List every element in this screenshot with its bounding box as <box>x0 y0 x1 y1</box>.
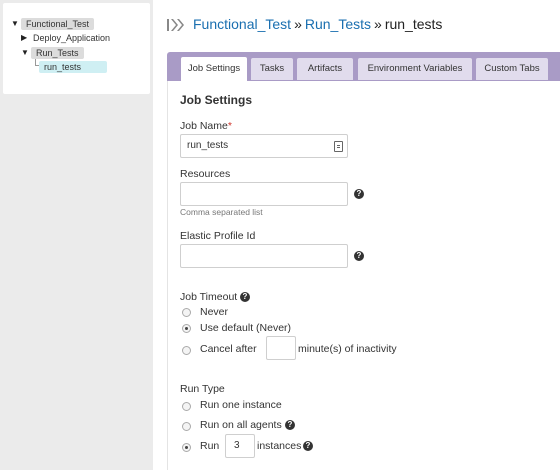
field-list-icon <box>334 141 343 152</box>
timeout-cancel-label: Cancel after <box>200 343 257 355</box>
caret-down-icon[interactable]: ▼ <box>11 19 21 28</box>
run-one-label: Run one instance <box>200 399 282 411</box>
caret-right-icon[interactable]: ▶ <box>21 33 31 42</box>
help-icon[interactable]: ? <box>354 251 364 261</box>
breadcrumb-separator: » <box>374 16 382 32</box>
resources-help-text: Comma separated list <box>180 207 263 217</box>
breadcrumb: Functional_Test» Run_Tests» run_tests <box>193 16 442 32</box>
breadcrumb-link-stage[interactable]: Run_Tests <box>305 16 371 32</box>
tree-node-functional-test[interactable]: ▼ Functional_Test <box>11 17 95 30</box>
run-all-label: Run on all agents <box>200 419 282 431</box>
tree-node-run-tests-stage[interactable]: ▼ Run_Tests <box>21 46 84 59</box>
timeout-default-label: Use default (Never) <box>200 322 292 334</box>
tree-node-label[interactable]: Run_Tests <box>31 46 84 59</box>
help-icon[interactable]: ? <box>354 189 364 199</box>
run-one-radio[interactable] <box>182 402 191 411</box>
resources-input[interactable] <box>180 182 348 206</box>
run-instances-label: Run <box>200 440 220 452</box>
instances-count-input[interactable]: 3 <box>225 434 255 458</box>
required-marker: * <box>227 120 232 132</box>
job-name-input[interactable]: run_tests <box>180 134 348 158</box>
timeout-minutes-suffix: minute(s) of inactivity <box>298 343 397 355</box>
tab-environment-variables[interactable]: Environment Variables <box>358 58 472 80</box>
resources-label: Resources <box>180 168 231 180</box>
tree-node-label[interactable]: run_tests <box>39 60 107 73</box>
tab-job-settings[interactable]: Job Settings <box>181 57 247 81</box>
tab-artifacts[interactable]: Artifacts <box>297 58 353 80</box>
tree-node-deploy-application[interactable]: ▶ Deploy_Application <box>21 31 115 44</box>
tree-node-run-tests-job[interactable]: run_tests <box>39 60 107 73</box>
breadcrumb-link-pipeline[interactable]: Functional_Test <box>193 16 291 32</box>
caret-down-icon[interactable]: ▼ <box>21 48 31 57</box>
breadcrumb-separator: » <box>294 16 302 32</box>
tab-custom-tabs[interactable]: Custom Tabs <box>476 58 548 80</box>
tree-node-label[interactable]: Deploy_Application <box>31 32 115 44</box>
timeout-default-radio[interactable] <box>182 324 191 333</box>
elastic-profile-input[interactable] <box>180 244 348 268</box>
section-title: Job Settings <box>180 93 253 107</box>
tab-tasks[interactable]: Tasks <box>251 58 293 80</box>
timeout-never-label: Never <box>200 306 229 318</box>
pipeline-arrow-icon <box>167 19 184 31</box>
help-icon[interactable]: ? <box>240 292 250 302</box>
help-icon[interactable]: ? <box>285 420 295 430</box>
run-all-radio[interactable] <box>182 422 191 431</box>
job-timeout-label: Job Timeout <box>180 291 238 303</box>
run-type-label: Run Type <box>180 383 225 395</box>
page-header: Functional_Test» Run_Tests» run_tests <box>153 0 560 50</box>
elastic-profile-label: Elastic Profile Id <box>180 230 256 242</box>
job-name-label: Job Name* <box>180 120 232 132</box>
help-icon[interactable]: ? <box>303 441 313 451</box>
run-instances-radio[interactable] <box>182 443 191 452</box>
tree-node-label[interactable]: Functional_Test <box>21 17 95 30</box>
main-panel: Functional_Test» Run_Tests» run_tests Job … <box>153 0 560 470</box>
timeout-never-radio[interactable] <box>182 308 191 317</box>
job-name-label-text: Job Name <box>180 120 228 132</box>
timeout-minutes-input[interactable] <box>266 336 296 360</box>
breadcrumb-current: run_tests <box>384 16 443 32</box>
timeout-cancel-radio[interactable] <box>182 346 191 355</box>
instances-suffix: instances <box>257 440 302 452</box>
pipeline-tree: ▼ Functional_Test ▶ Deploy_Application ▼… <box>3 3 150 94</box>
